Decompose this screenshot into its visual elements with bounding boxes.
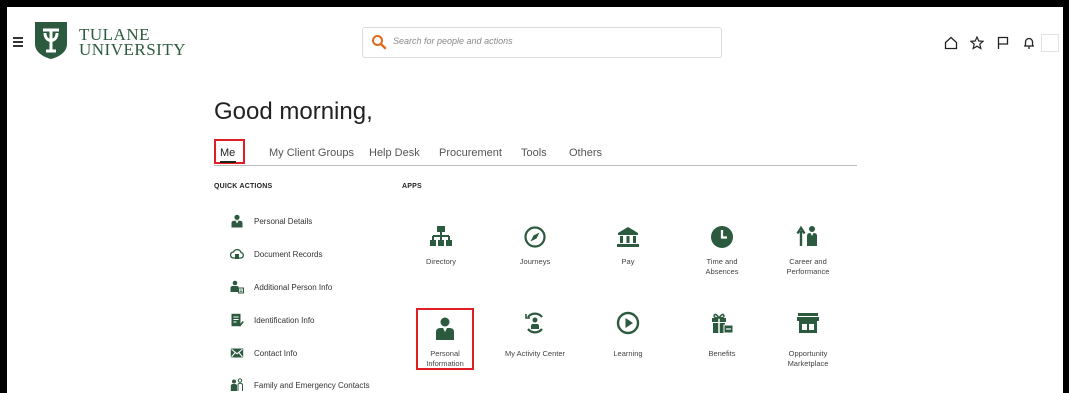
- greeting-heading: Good morning,: [214, 98, 373, 125]
- org-chart-icon: [430, 226, 452, 246]
- quick-action-label: Identification Info: [254, 315, 315, 325]
- header-actions: [944, 35, 1036, 51]
- tab-me[interactable]: Me: [214, 139, 245, 164]
- tab-procurement[interactable]: Procurement: [439, 147, 502, 159]
- quick-action-family-emergency-contacts[interactable]: Family and Emergency Contacts: [230, 377, 370, 393]
- app-frame: TULANE UNIVERSITY Search for people and …: [7, 7, 1063, 393]
- id-document-icon: [231, 313, 244, 327]
- quick-actions-title: QUICK ACTIONS: [214, 183, 273, 190]
- me-tab-underline: [220, 161, 236, 163]
- logo-line2: UNIVERSITY: [79, 40, 186, 59]
- tab-my-client-groups[interactable]: My Client Groups: [269, 147, 354, 159]
- family-icon: [230, 378, 243, 391]
- navigation-tabs: Me My Client Groups Help Desk Procuremen…: [214, 139, 857, 166]
- compass-icon: [524, 226, 546, 248]
- tulane-shield-logo[interactable]: [34, 21, 68, 60]
- quick-action-label: Contact Info: [254, 348, 298, 358]
- flag-icon[interactable]: [996, 36, 1010, 50]
- quick-action-label: Additional Person Info: [254, 282, 333, 292]
- person-card-icon: [230, 280, 244, 294]
- app-personal-information[interactable]: Personal Information: [410, 317, 480, 369]
- app-benefits[interactable]: Benefits: [687, 311, 757, 359]
- search-placeholder: Search for people and actions: [393, 36, 513, 46]
- header: TULANE UNIVERSITY Search for people and …: [7, 7, 1063, 77]
- app-label: Opportunity Marketplace: [787, 349, 829, 368]
- app-label: Learning: [613, 349, 643, 358]
- app-label: Pay: [621, 257, 635, 266]
- play-circle-icon: [616, 311, 640, 335]
- app-career-and-performance[interactable]: Career and Performance: [773, 225, 843, 277]
- career-arrow-person-icon: [796, 225, 817, 246]
- clock-icon: [711, 226, 733, 248]
- app-label: Personal Information: [426, 349, 464, 368]
- tab-tools[interactable]: Tools: [521, 147, 547, 159]
- quick-action-additional-person-info[interactable]: Additional Person Info: [230, 279, 332, 295]
- quick-action-label: Family and Emergency Contacts: [254, 380, 370, 390]
- app-journeys[interactable]: Journeys: [500, 225, 570, 267]
- hamburger-menu-icon[interactable]: [13, 37, 23, 47]
- app-label: Directory: [425, 257, 456, 266]
- storefront-icon: [797, 313, 819, 333]
- person-icon: [436, 317, 454, 340]
- person-icon: [231, 214, 243, 228]
- quick-action-personal-details[interactable]: Personal Details: [230, 213, 312, 229]
- envelope-icon: [230, 348, 244, 358]
- bank-icon: [617, 227, 639, 247]
- quick-action-identification-info[interactable]: Identification Info: [230, 312, 314, 328]
- app-label: My Activity Center: [504, 349, 565, 358]
- tab-help-desk[interactable]: Help Desk: [369, 147, 420, 159]
- app-pay[interactable]: Pay: [593, 225, 663, 267]
- user-avatar[interactable]: [1041, 34, 1059, 52]
- cloud-document-icon: [230, 248, 244, 259]
- quick-action-label: Personal Details: [254, 216, 313, 226]
- tab-others[interactable]: Others: [569, 147, 602, 159]
- favorites-star-icon[interactable]: [970, 36, 984, 50]
- app-label: Career and Performance: [786, 257, 830, 276]
- app-opportunity-marketplace[interactable]: Opportunity Marketplace: [773, 311, 843, 369]
- app-directory[interactable]: Directory: [406, 225, 476, 267]
- activity-center-icon: [525, 312, 543, 334]
- quick-action-contact-info[interactable]: Contact Info: [230, 345, 297, 361]
- app-time-and-absences[interactable]: Time and Absences: [687, 225, 757, 277]
- app-label: Journeys: [519, 257, 551, 266]
- quick-action-document-records[interactable]: Document Records: [230, 246, 322, 262]
- app-label: Benefits: [708, 349, 736, 358]
- university-logo-text[interactable]: TULANE UNIVERSITY: [79, 26, 186, 59]
- home-icon[interactable]: [944, 36, 958, 50]
- app-learning[interactable]: Learning: [593, 311, 663, 359]
- quick-action-label: Document Records: [254, 249, 323, 259]
- apps-title: APPS: [402, 183, 422, 190]
- search-field[interactable]: Search for people and actions: [362, 27, 722, 58]
- gift-icon: [712, 313, 734, 334]
- notifications-bell-icon[interactable]: [1022, 36, 1036, 50]
- app-label: Time and Absences: [705, 257, 739, 276]
- search-icon: [372, 35, 387, 50]
- app-my-activity-center[interactable]: My Activity Center: [500, 311, 570, 359]
